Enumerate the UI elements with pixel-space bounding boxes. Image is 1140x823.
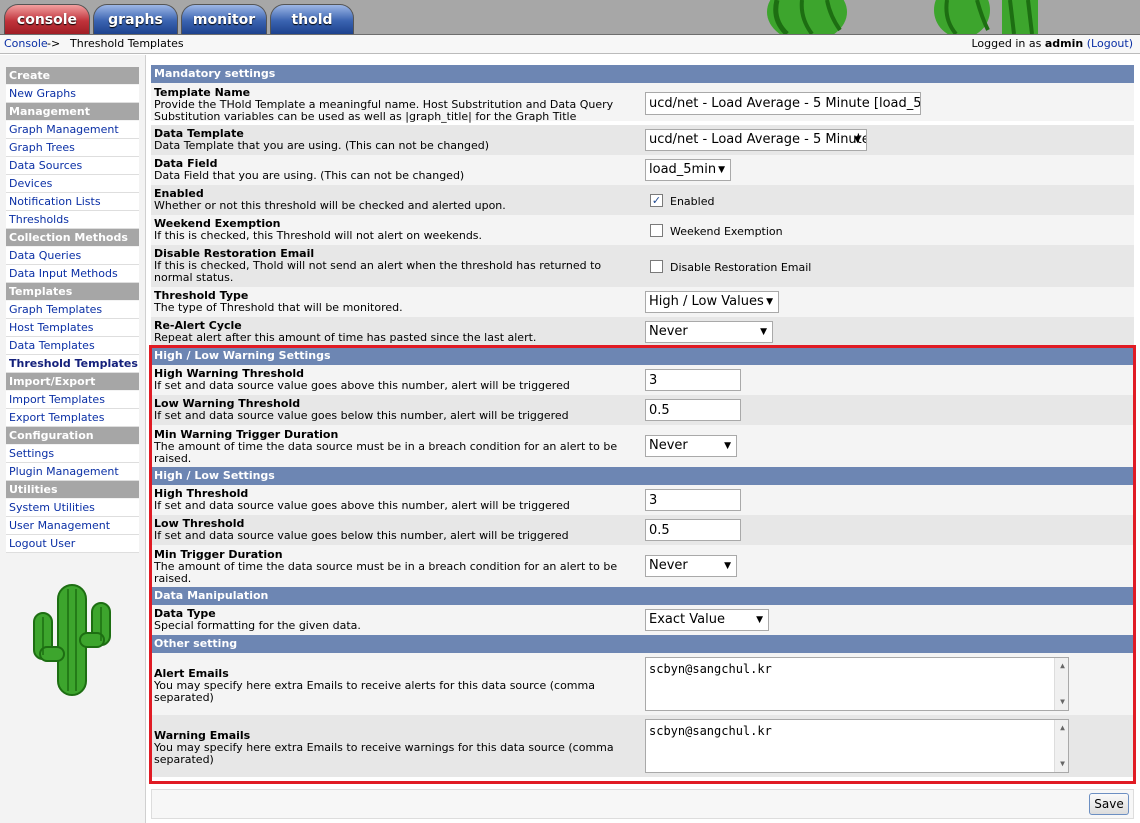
- breadcrumb: Console -> Threshold Templates Logged in…: [0, 34, 1140, 54]
- data-field-value: load_5min: [649, 162, 717, 177]
- data-field-desc: Data Field that you are using. (This can…: [154, 169, 465, 182]
- disable-restoration-checkbox[interactable]: [650, 260, 663, 273]
- disable-restoration-label: Disable Restoration Email: [670, 261, 812, 274]
- row-enabled: Enabled Whether or not this threshold wi…: [151, 185, 1134, 215]
- realert-cycle-select[interactable]: Never ▼: [645, 321, 773, 343]
- menu-item-graph-trees[interactable]: Graph Trees: [6, 139, 139, 157]
- row-threshold-type: Threshold Type The type of Threshold tha…: [151, 287, 1134, 317]
- menu-header-collection-methods: Collection Methods: [6, 229, 139, 246]
- top-tab-bar: console graphs monitor thold: [0, 0, 1140, 34]
- check-icon: ✓: [651, 194, 662, 207]
- row-disable-restoration-email: Disable Restoration Email If this is che…: [151, 245, 1134, 287]
- template-name-desc: Provide the THold Template a meaningful …: [154, 98, 614, 123]
- realert-cycle-value: Never: [649, 324, 688, 339]
- breadcrumb-current: Threshold Templates: [70, 37, 184, 50]
- row-data-template: Data Template Data Template that you are…: [151, 125, 1134, 155]
- logout-link[interactable]: (Logout): [1087, 37, 1133, 50]
- cactus-banner-image: [752, 0, 1140, 34]
- menu-item-settings[interactable]: Settings: [6, 445, 139, 463]
- weekend-exemption-label: Weekend Exemption: [670, 225, 783, 238]
- menu-item-user-management[interactable]: User Management: [6, 517, 139, 535]
- disable-restoration-desc: If this is checked, Thold will not send …: [154, 259, 602, 284]
- weekend-exemption-desc: If this is checked, this Threshold will …: [154, 229, 483, 242]
- row-weekend-exemption: Weekend Exemption If this is checked, th…: [151, 215, 1134, 245]
- threshold-type-select[interactable]: High / Low Values ▼: [645, 291, 779, 313]
- login-status: Logged in as admin (Logout): [972, 35, 1134, 53]
- breadcrumb-console-link[interactable]: Console: [4, 35, 48, 53]
- menu-header-create: Create: [6, 67, 139, 84]
- chevron-down-icon: ▼: [854, 135, 861, 145]
- row-realert-cycle: Re-Alert Cycle Repeat alert after this a…: [151, 317, 1134, 347]
- tab-console[interactable]: console: [4, 4, 90, 34]
- menu-item-new-graphs[interactable]: New Graphs: [6, 85, 139, 103]
- realert-cycle-desc: Repeat alert after this amount of time h…: [154, 331, 537, 344]
- menu-item-devices[interactable]: Devices: [6, 175, 139, 193]
- data-template-desc: Data Template that you are using. (This …: [154, 139, 490, 152]
- menu-header-configuration: Configuration: [6, 427, 139, 444]
- tab-thold[interactable]: thold: [270, 4, 354, 34]
- chevron-down-icon: ▼: [760, 327, 767, 337]
- menu-item-host-templates[interactable]: Host Templates: [6, 319, 139, 337]
- enabled-desc: Whether or not this threshold will be ch…: [154, 199, 506, 212]
- data-template-value: ucd/net - Load Average - 5 Minute: [649, 132, 867, 147]
- menu-header-templates: Templates: [6, 283, 139, 300]
- highlight-box: [149, 345, 1136, 784]
- data-field-select[interactable]: load_5min ▼: [645, 159, 731, 181]
- cactus-logo-icon: [33, 584, 111, 696]
- tab-graphs[interactable]: graphs: [93, 4, 178, 34]
- threshold-type-desc: The type of Threshold that will be monit…: [154, 301, 403, 314]
- menu-item-thresholds[interactable]: Thresholds: [6, 211, 139, 229]
- menu-item-notification-lists[interactable]: Notification Lists: [6, 193, 139, 211]
- save-button[interactable]: Save: [1089, 793, 1129, 815]
- threshold-type-value: High / Low Values: [649, 294, 764, 309]
- chevron-down-icon: ▼: [718, 165, 725, 175]
- menu-item-threshold-templates[interactable]: Threshold Templates: [6, 355, 139, 373]
- menu-item-system-utilities[interactable]: System Utilities: [6, 499, 139, 517]
- enabled-checkbox[interactable]: ✓: [650, 194, 663, 207]
- login-prefix: Logged in as: [971, 37, 1042, 50]
- template-name-input[interactable]: ucd/net - Load Average - 5 Minute [load_…: [645, 92, 921, 115]
- login-user: admin: [1044, 37, 1084, 50]
- menu-header-management: Management: [6, 103, 139, 120]
- breadcrumb-separator: ->: [47, 37, 61, 50]
- menu-item-graph-templates[interactable]: Graph Templates: [6, 301, 139, 319]
- data-template-select[interactable]: ucd/net - Load Average - 5 Minute ▼: [645, 129, 867, 151]
- menu-item-plugin-management[interactable]: Plugin Management: [6, 463, 139, 481]
- row-template-name: Template Name Provide the THold Template…: [151, 83, 1134, 123]
- menu-item-data-queries[interactable]: Data Queries: [6, 247, 139, 265]
- row-data-field: Data Field Data Field that you are using…: [151, 155, 1134, 185]
- menu-header-utilities: Utilities: [6, 481, 139, 498]
- chevron-down-icon: ▼: [766, 297, 773, 307]
- menu-item-export-templates[interactable]: Export Templates: [6, 409, 139, 427]
- menu-header-import-export: Import/Export: [6, 373, 139, 390]
- menu-item-import-templates[interactable]: Import Templates: [6, 391, 139, 409]
- tab-monitor[interactable]: monitor: [181, 4, 267, 34]
- menu-item-graph-management[interactable]: Graph Management: [6, 121, 139, 139]
- section-mandatory-settings: Mandatory settings: [151, 65, 1134, 83]
- form-save-bar: Save: [151, 789, 1134, 819]
- menu-item-data-sources[interactable]: Data Sources: [6, 157, 139, 175]
- menu-item-data-templates[interactable]: Data Templates: [6, 337, 139, 355]
- enabled-label: Enabled: [670, 195, 715, 208]
- sidebar-menu: Create New Graphs Management Graph Manag…: [0, 55, 146, 823]
- weekend-exemption-checkbox[interactable]: [650, 224, 663, 237]
- menu-item-data-input-methods[interactable]: Data Input Methods: [6, 265, 139, 283]
- menu-item-logout-user[interactable]: Logout User: [6, 535, 139, 553]
